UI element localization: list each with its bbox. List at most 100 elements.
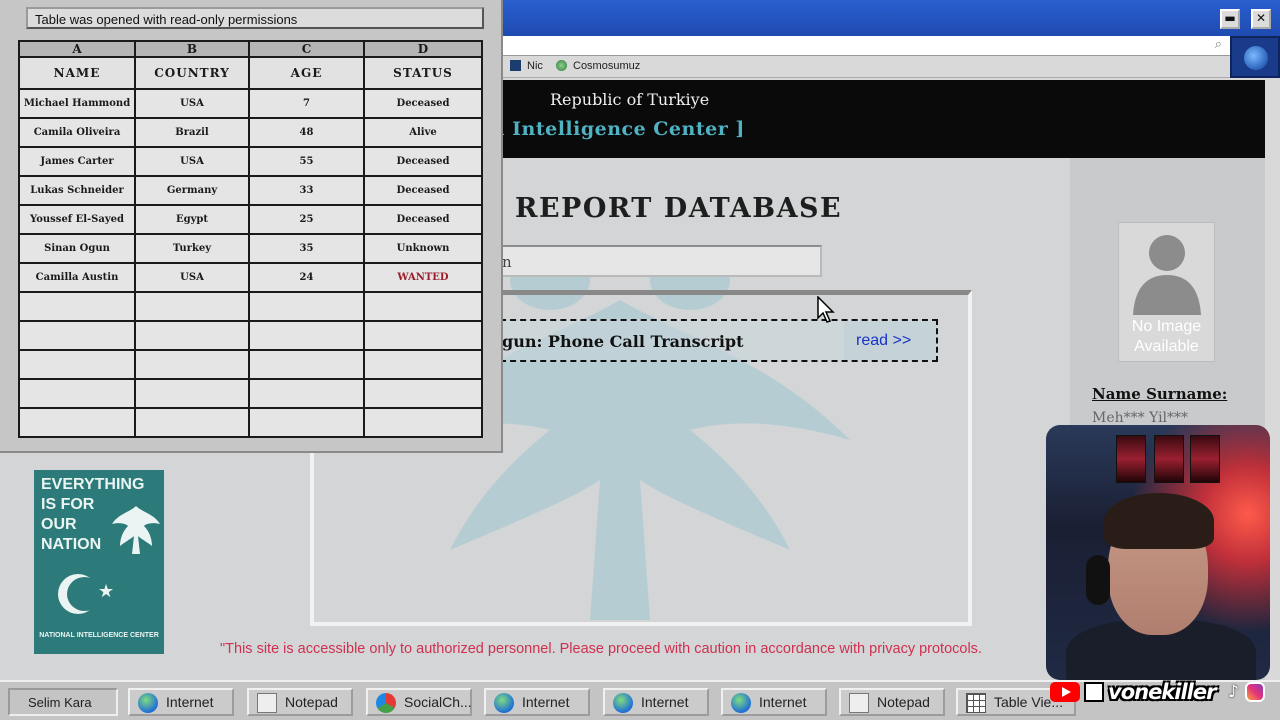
table-cell[interactable]: USA <box>134 88 250 119</box>
taskbar-item[interactable]: Internet <box>484 688 590 716</box>
result-item[interactable]: gun: Phone Call Transcript read >> <box>490 319 938 362</box>
table-cell[interactable]: 25 <box>248 204 365 235</box>
spreadsheet-table: A B C D NAME COUNTRY AGE STATUS Michael … <box>18 40 483 438</box>
table-row <box>18 320 483 351</box>
table-cell[interactable]: Deceased <box>363 88 483 119</box>
twitch-icon <box>1084 682 1104 702</box>
notepad-icon <box>257 693 277 713</box>
magnifier-icon[interactable]: ⌕ <box>1215 37 1222 52</box>
taskbar-item[interactable]: SocialCh... <box>366 688 472 716</box>
taskbar-item[interactable]: Internet <box>128 688 234 716</box>
table-row: Lukas Schneider Germany 33 Deceased <box>18 175 483 206</box>
bookmark-cosmosumuz[interactable]: Cosmosumuz <box>556 60 640 72</box>
taskbar-item-label: Notepad <box>285 694 338 710</box>
table-cell[interactable]: 48 <box>248 117 365 148</box>
table-row: Camilla Austin USA 24 WANTED <box>18 262 483 293</box>
table-cell[interactable]: Turkey <box>134 233 250 264</box>
table-cell[interactable] <box>248 349 365 380</box>
table-cell[interactable] <box>18 407 136 438</box>
table-cell[interactable]: Germany <box>134 175 250 206</box>
table-cell[interactable] <box>18 378 136 409</box>
table-cell[interactable]: 55 <box>248 146 365 177</box>
table-cell[interactable] <box>134 349 250 380</box>
tiktok-icon: ♪ <box>1228 682 1239 702</box>
table-cell[interactable] <box>18 320 136 351</box>
table-cell[interactable] <box>18 291 136 322</box>
column-letter-b[interactable]: B <box>134 40 250 58</box>
column-letter-c[interactable]: C <box>248 40 365 58</box>
table-cell[interactable]: 35 <box>248 233 365 264</box>
table-cell[interactable] <box>248 378 365 409</box>
table-cell[interactable]: USA <box>134 146 250 177</box>
table-cell[interactable] <box>363 378 483 409</box>
table-cell[interactable] <box>134 407 250 438</box>
spreadsheet-body: Michael Hammond USA 7 Deceased Camila Olivei… <box>18 88 483 438</box>
table-cell[interactable] <box>248 407 365 438</box>
privacy-notice: "This site is accessible only to authori… <box>220 641 982 657</box>
column-letter-a[interactable]: A <box>18 40 136 58</box>
table-cell[interactable]: Deceased <box>363 204 483 235</box>
notepad-icon <box>849 693 869 713</box>
page-heading: REPORT DATABASE <box>515 193 843 224</box>
table-cell[interactable]: Camila Oliveira <box>18 117 136 148</box>
table-cell[interactable]: Youssef El-Sayed <box>18 204 136 235</box>
wall-art <box>1190 435 1220 483</box>
name-surname-label: Name Surname: <box>1092 385 1228 403</box>
table-cell[interactable] <box>363 349 483 380</box>
globe-icon <box>138 693 158 713</box>
table-cell[interactable] <box>134 291 250 322</box>
wall-art <box>1154 435 1184 483</box>
table-cell[interactable]: Deceased <box>363 175 483 206</box>
table-cell[interactable] <box>134 378 250 409</box>
table-cell[interactable]: USA <box>134 262 250 293</box>
person-silhouette-icon <box>1133 235 1201 315</box>
browser-home-button[interactable] <box>1230 36 1280 78</box>
table-cell[interactable]: Egypt <box>134 204 250 235</box>
table-cell[interactable]: James Carter <box>18 146 136 177</box>
column-letter-d[interactable]: D <box>363 40 483 58</box>
table-cell[interactable]: 7 <box>248 88 365 119</box>
table-viewer-titlebar[interactable]: Table was opened with read-only permissi… <box>26 7 484 29</box>
table-row: Michael Hammond USA 7 Deceased <box>18 88 483 119</box>
table-cell[interactable] <box>363 407 483 438</box>
table-row <box>18 349 483 380</box>
social-handles: vonekiller ♪ <box>1050 680 1270 704</box>
taskbar-item[interactable]: Internet <box>603 688 709 716</box>
table-cell[interactable]: Deceased <box>363 146 483 177</box>
table-cell[interactable]: Alive <box>363 117 483 148</box>
table-cell[interactable]: Brazil <box>134 117 250 148</box>
table-cell[interactable] <box>134 320 250 351</box>
no-image-label: No Image Available <box>1131 318 1202 355</box>
table-row: Sinan Ogun Turkey 35 Unknown <box>18 233 483 264</box>
table-cell[interactable] <box>248 320 365 351</box>
profile-photo-placeholder: No Image Available <box>1118 222 1215 362</box>
taskbar-item-label: Internet <box>166 694 214 710</box>
table-cell[interactable]: Lukas Schneider <box>18 175 136 206</box>
table-cell[interactable]: 33 <box>248 175 365 206</box>
table-cell[interactable]: Unknown <box>363 233 483 264</box>
taskbar-user[interactable]: Selim Kara <box>8 688 118 716</box>
table-cell[interactable] <box>18 349 136 380</box>
header-name: NAME <box>18 56 136 90</box>
table-cell[interactable]: Camilla Austin <box>18 262 136 293</box>
header-age: AGE <box>248 56 365 90</box>
taskbar-item[interactable]: Notepad <box>247 688 353 716</box>
minimize-button[interactable]: ▬ <box>1220 9 1240 29</box>
bookmark-nic[interactable]: Nic <box>510 60 543 72</box>
table-cell[interactable] <box>363 291 483 322</box>
globe-icon <box>731 693 751 713</box>
wall-poster: EVERYTHING IS FOR OUR NATION ★ NATIONAL … <box>34 470 164 654</box>
table-cell[interactable] <box>248 291 365 322</box>
table-cell[interactable] <box>363 320 483 351</box>
table-cell[interactable]: 24 <box>248 262 365 293</box>
read-link[interactable]: read >> <box>844 321 936 360</box>
close-button[interactable]: ✕ <box>1251 9 1271 29</box>
table-cell[interactable]: Sinan Ogun <box>18 233 136 264</box>
table-cell[interactable]: Michael Hammond <box>18 88 136 119</box>
table-cell[interactable]: WANTED <box>363 262 483 293</box>
taskbar-item[interactable]: Notepad <box>839 688 945 716</box>
bookmark-label: Nic <box>527 60 543 72</box>
taskbar-item[interactable]: Internet <box>721 688 827 716</box>
taskbar-item-label: Internet <box>522 694 570 710</box>
search-input[interactable]: n <box>490 245 822 277</box>
